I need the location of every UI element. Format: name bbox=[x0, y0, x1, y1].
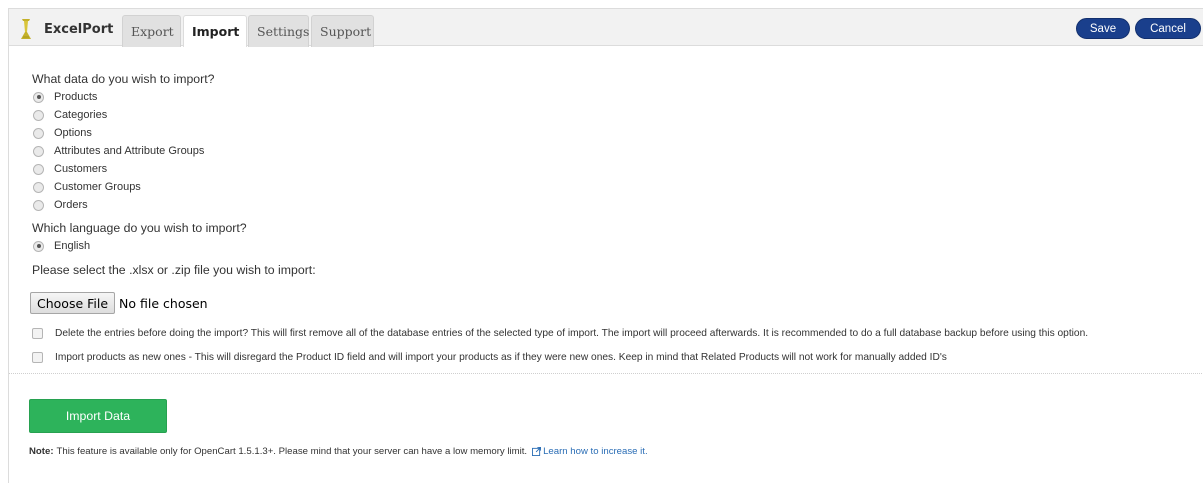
radio-label: Customers bbox=[54, 163, 108, 175]
radio-label: Options bbox=[54, 127, 92, 139]
radio-options[interactable]: Options bbox=[33, 124, 92, 142]
cancel-button[interactable]: Cancel bbox=[1135, 18, 1201, 39]
radio-customers[interactable]: Customers bbox=[33, 160, 107, 178]
radio-button[interactable] bbox=[33, 181, 44, 193]
radio-button[interactable] bbox=[33, 199, 44, 211]
radio-orders[interactable]: Orders bbox=[33, 196, 88, 214]
radio-label: Products bbox=[54, 91, 98, 103]
choose-file-button[interactable]: Choose File bbox=[30, 292, 116, 314]
note-label: Note: bbox=[29, 446, 54, 457]
tab-settings[interactable]: Settings bbox=[248, 15, 309, 47]
option-import-as-new[interactable]: Import products as new ones - This will … bbox=[32, 348, 1197, 366]
file-input[interactable]: Choose File No file chosen bbox=[30, 292, 208, 314]
radio-label: Attributes and Attribute Groups bbox=[54, 145, 205, 157]
import-data-button[interactable]: Import Data bbox=[29, 399, 167, 433]
tab-import[interactable]: Import bbox=[183, 15, 247, 47]
option-new-label: Import products as new ones - This will … bbox=[55, 351, 947, 363]
checkbox[interactable] bbox=[32, 327, 43, 339]
radio-button[interactable] bbox=[33, 127, 44, 139]
learn-more-link[interactable]: Learn how to increase it. bbox=[532, 446, 648, 457]
radio-label: Customer Groups bbox=[54, 181, 141, 193]
radio-button[interactable] bbox=[33, 109, 44, 121]
excelport-logo-icon bbox=[21, 19, 31, 39]
radio-products[interactable]: Products bbox=[33, 88, 97, 106]
app-name: ExcelPort bbox=[44, 21, 114, 37]
radio-button[interactable] bbox=[33, 145, 44, 157]
radio-button[interactable] bbox=[33, 91, 44, 103]
radio-label: Categories bbox=[54, 109, 108, 121]
header-bar: ExcelPort Export Import Settings Support… bbox=[9, 9, 1203, 47]
brand: ExcelPort bbox=[20, 15, 113, 43]
tab-export[interactable]: Export bbox=[122, 15, 181, 47]
divider bbox=[9, 373, 1203, 374]
option-delete-label: Delete the entries before doing the impo… bbox=[55, 327, 1089, 339]
radio-label: English bbox=[54, 240, 91, 252]
checkbox[interactable] bbox=[32, 351, 43, 363]
radio-button[interactable] bbox=[33, 240, 44, 252]
radio-button[interactable] bbox=[33, 163, 44, 175]
radio-attributes[interactable]: Attributes and Attribute Groups bbox=[33, 142, 204, 160]
radio-label: Orders bbox=[54, 199, 88, 211]
radio-customer-groups[interactable]: Customer Groups bbox=[33, 178, 141, 196]
main-panel: ExcelPort Export Import Settings Support… bbox=[8, 8, 1203, 483]
file-status: No file chosen bbox=[119, 295, 208, 311]
radio-english[interactable]: English bbox=[33, 237, 90, 255]
language-question: Which language do you wish to import? bbox=[32, 221, 247, 235]
learn-more-text[interactable]: Learn how to increase it. bbox=[543, 446, 648, 457]
note: Note: This feature is available only for… bbox=[29, 446, 648, 457]
file-question: Please select the .xlsx or .zip file you… bbox=[32, 263, 316, 277]
save-button[interactable]: Save bbox=[1076, 18, 1130, 39]
radio-categories[interactable]: Categories bbox=[33, 106, 107, 124]
tab-support[interactable]: Support bbox=[311, 15, 374, 47]
data-question: What data do you wish to import? bbox=[32, 72, 215, 86]
note-text: This feature is available only for OpenC… bbox=[56, 446, 528, 457]
option-delete-entries[interactable]: Delete the entries before doing the impo… bbox=[32, 324, 1197, 342]
external-link-icon bbox=[532, 447, 542, 456]
